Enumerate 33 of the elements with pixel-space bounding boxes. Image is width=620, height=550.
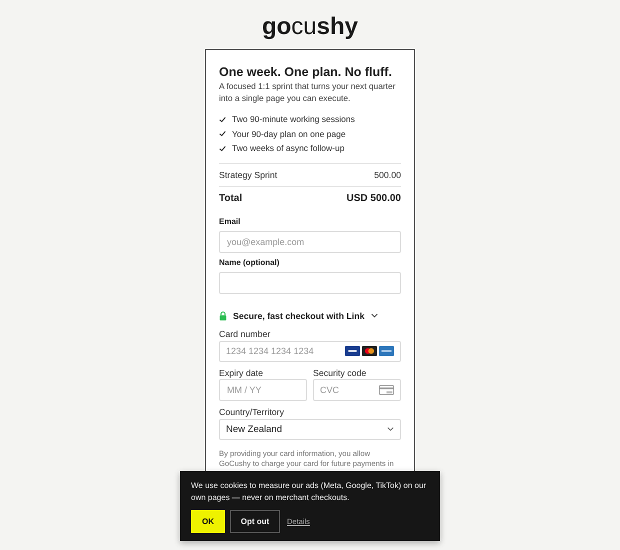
lock-icon [219, 310, 227, 320]
link-checkout-label[interactable]: Secure, fast checkout with Link [233, 310, 364, 322]
expiry-label: Expiry date [219, 368, 264, 378]
item-amount: 500.00 [374, 168, 401, 182]
total-amount: USD 500.00 [346, 192, 401, 206]
name-field[interactable] [219, 272, 401, 294]
card-number-label: Card number [219, 328, 272, 338]
amex-card-icon [379, 346, 394, 356]
country-label: Country/Territory [219, 406, 286, 416]
card-number-field[interactable]: 1234 1234 1234 1234 [219, 340, 401, 362]
card-back-icon [379, 384, 394, 394]
email-label: Email [219, 216, 242, 226]
security-code-field[interactable]: CVC [313, 378, 401, 400]
logo: gocushy [262, 12, 358, 42]
security-code-label: Security code [313, 368, 368, 378]
offer-title: One week. One plan. No fluff. [219, 64, 393, 80]
chevron-icon[interactable] [370, 313, 378, 318]
ok-button[interactable]: OK [191, 510, 225, 533]
feature-text: Your 90-day plan on one page [232, 128, 346, 139]
email-field[interactable]: you@example.com [219, 230, 401, 252]
opt-out-button[interactable]: Opt out [230, 510, 280, 533]
mastercard-icon [362, 346, 377, 356]
country-select[interactable]: New Zealand [219, 418, 401, 440]
item-name: Strategy Sprint [219, 168, 278, 182]
feature-text: Two weeks of async follow-up [232, 143, 344, 154]
visa-card-icon [345, 346, 360, 356]
cookie-message: We use cookies to measure our ads (Meta, Google, TikTok) on our own pages — never on merchant checkouts. [191, 480, 428, 503]
offer-description: A focused 1:1 sprint that turns your next quarter into a single page you can execute. [219, 80, 396, 104]
expiry-field[interactable]: MM / YY [219, 378, 307, 400]
total-label: Total [219, 192, 242, 206]
name-label: Name (optional) [219, 258, 280, 268]
feature-text: Two 90-minute working sessions [232, 114, 355, 124]
chevron-icon [387, 427, 394, 431]
